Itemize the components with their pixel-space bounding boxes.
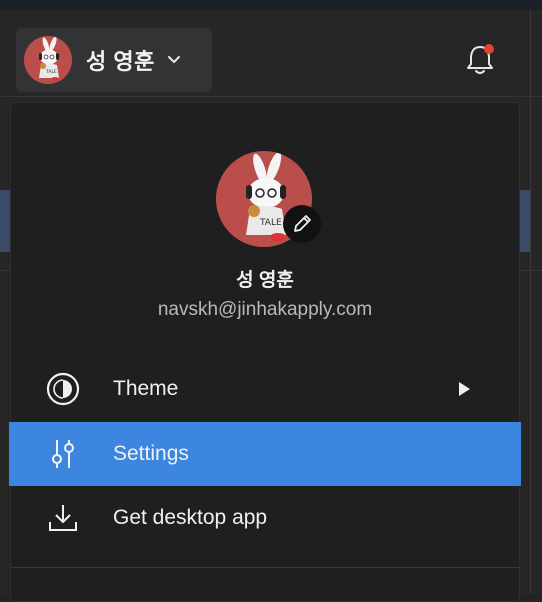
background-selected-row-edge-right <box>520 190 530 252</box>
menu-item-label: Get desktop app <box>113 506 268 529</box>
menu-item-get-desktop-app[interactable]: Get desktop app <box>9 486 521 550</box>
background-selected-row-edge <box>0 190 10 252</box>
profile-email: navskh@jinhakapply.com <box>157 299 373 320</box>
vertical-divider <box>530 10 531 594</box>
svg-text:TALE: TALE <box>45 69 57 75</box>
edit-avatar-button[interactable] <box>283 205 321 243</box>
pencil-icon <box>294 215 311 232</box>
user-name: 성 영훈 <box>86 49 155 74</box>
window-top-strip <box>0 0 542 10</box>
svg-text:TALE: TALE <box>259 218 282 228</box>
menu-divider <box>11 567 519 568</box>
header-divider <box>0 96 542 97</box>
download-icon <box>45 500 81 536</box>
menu-item-theme[interactable]: Theme <box>9 357 521 421</box>
submenu-arrow-icon <box>459 382 470 396</box>
menu-item-label: Settings <box>113 442 189 465</box>
profile-name: 성 영훈 <box>236 270 294 291</box>
chevron-down-icon <box>167 56 180 63</box>
menu-item-settings[interactable]: Settings <box>9 422 521 486</box>
notification-bell-button[interactable] <box>462 42 498 78</box>
profile-dropdown-menu: TALE 성 영훈 navskh@jinhakapply.com Theme S… <box>9 102 521 602</box>
theme-half-circle-icon <box>45 371 81 407</box>
sliders-icon <box>45 436 81 472</box>
user-menu-button[interactable]: TALE 성 영훈 <box>16 28 212 92</box>
notification-dot <box>484 44 494 54</box>
bell-icon <box>467 44 494 74</box>
avatar: TALE <box>24 36 72 84</box>
menu-item-label: Theme <box>113 377 179 400</box>
